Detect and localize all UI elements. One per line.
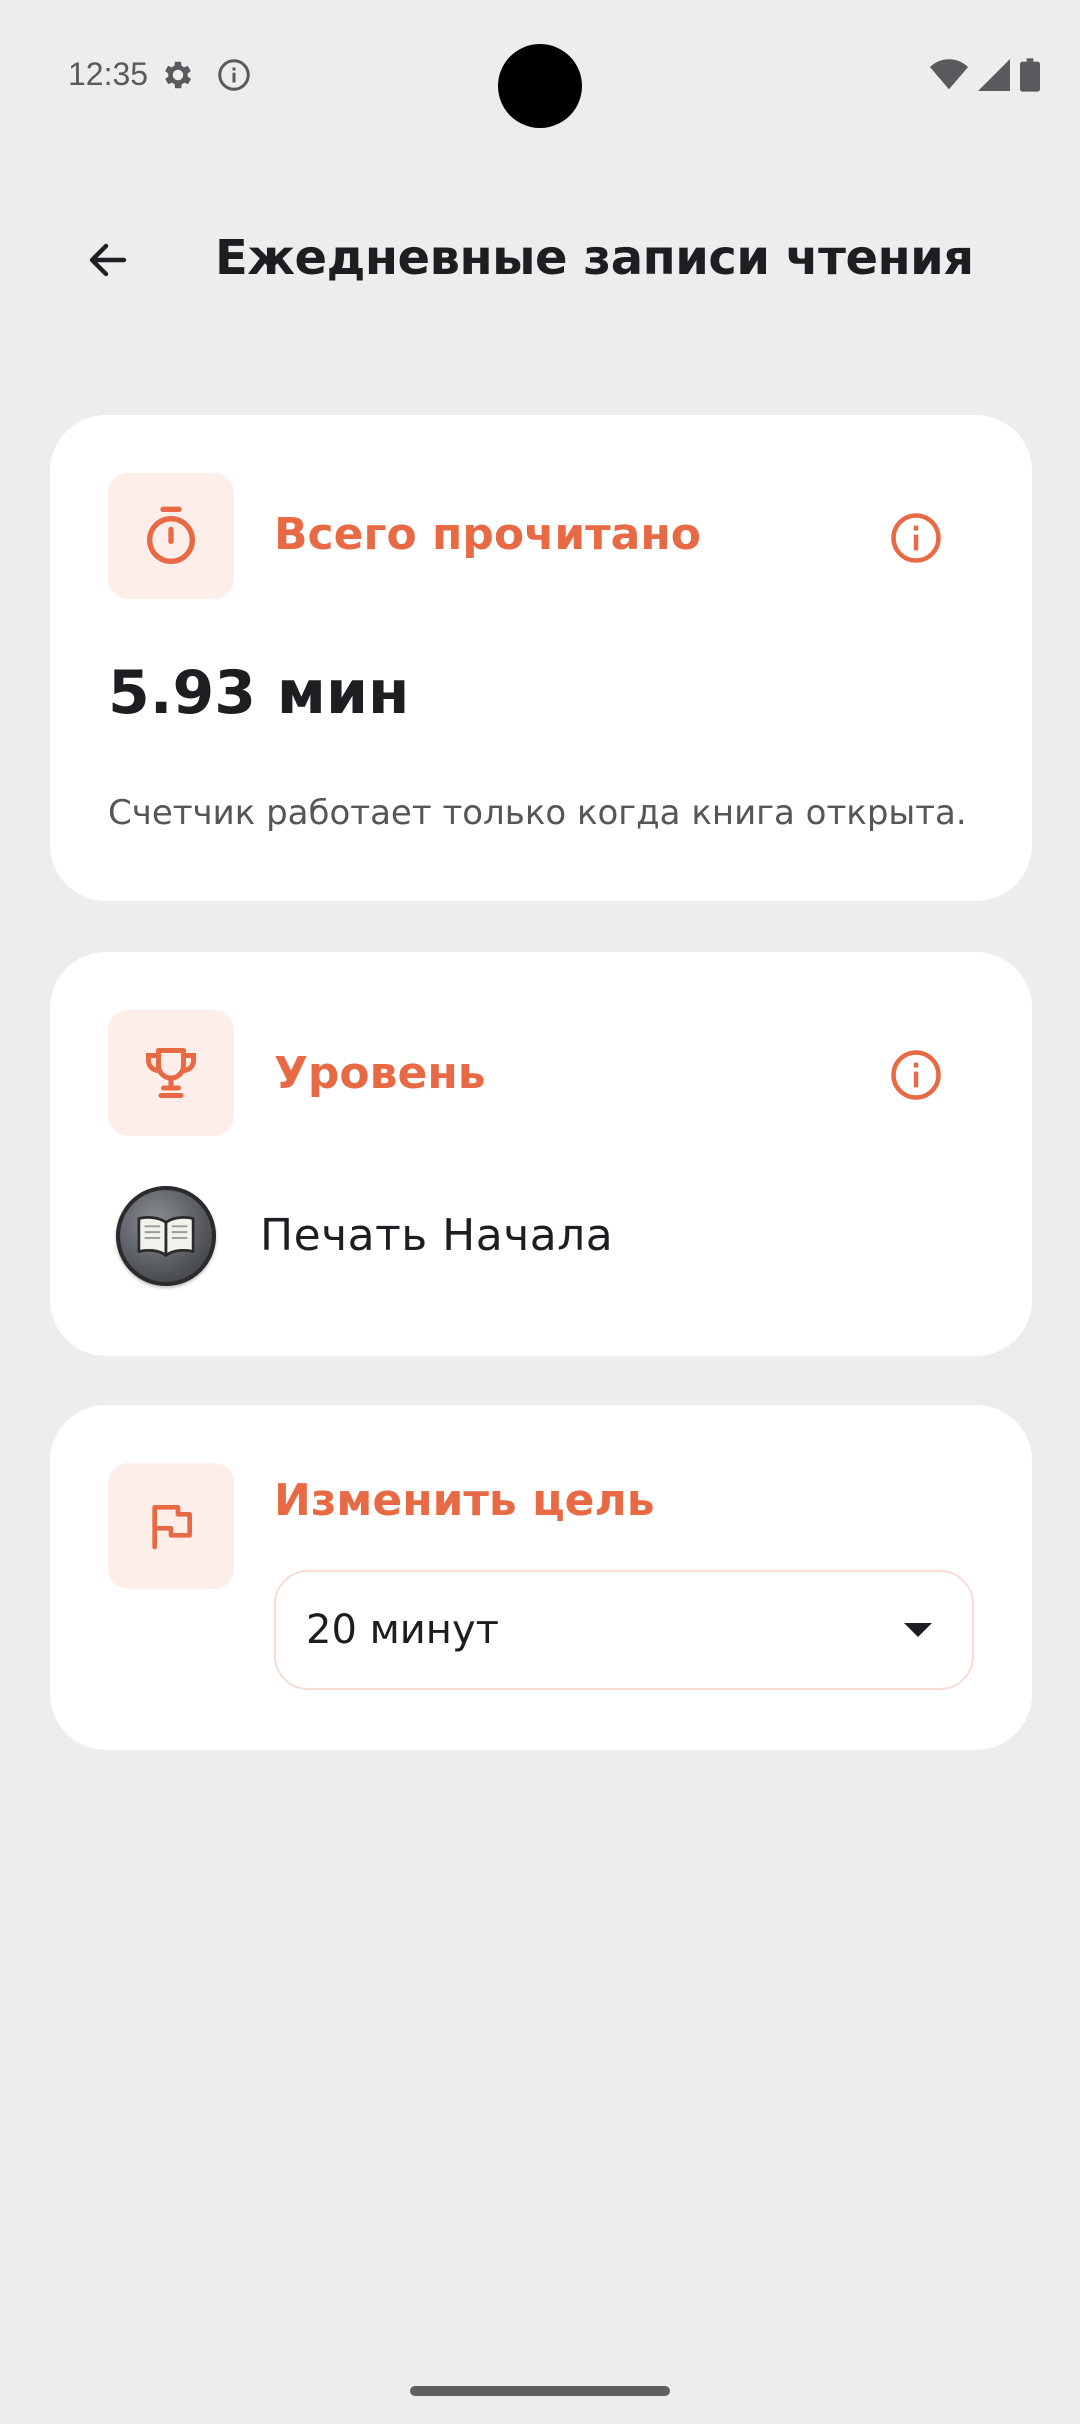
goal-dropdown[interactable]: 20 минут (274, 1570, 974, 1690)
trophy-tile (108, 1010, 234, 1136)
info-icon (891, 1050, 941, 1100)
camera-cutout (498, 44, 582, 128)
trophy-icon (146, 1048, 196, 1098)
goal-card: Изменить цель 20 минут (50, 1405, 1032, 1750)
battery-icon (1020, 58, 1040, 92)
gear-icon (165, 61, 192, 89)
goal-selected-value: 20 минут (306, 1607, 499, 1653)
goal-heading: Изменить цель (274, 1475, 655, 1526)
level-badge (116, 1186, 216, 1286)
app-bar: Ежедневные записи чтения (0, 200, 1080, 320)
total-read-info-button[interactable] (888, 510, 944, 566)
flag-tile (108, 1463, 234, 1589)
page-title: Ежедневные записи чтения (215, 230, 974, 286)
timer-note: Счетчик работает только когда книга откр… (108, 793, 967, 833)
level-heading: Уровень (274, 1048, 486, 1099)
back-button[interactable] (68, 228, 148, 292)
level-name: Печать Начала (260, 1210, 614, 1261)
home-indicator[interactable] (410, 2386, 670, 2396)
total-read-heading: Всего прочитано (274, 509, 701, 560)
total-read-value: 5.93 мин (108, 658, 410, 728)
status-time: 12:35 (68, 56, 149, 92)
info-icon (891, 513, 941, 563)
timer-icon (147, 506, 195, 564)
flag-icon (152, 1505, 193, 1550)
caret-down-icon (904, 1623, 932, 1637)
info-icon (218, 59, 250, 91)
open-book-icon (137, 1216, 195, 1257)
timer-tile (108, 473, 234, 599)
level-info-button[interactable] (888, 1047, 944, 1103)
level-card: Уровень Печать Начала (50, 952, 1032, 1356)
signal-icon (978, 59, 1010, 91)
total-read-card: Всего прочитано 5.93 мин Счетчик работае… (50, 415, 1032, 901)
status-bar: 12:35 (0, 0, 1080, 150)
arrow-left-icon (89, 243, 127, 277)
wifi-icon (930, 59, 968, 90)
